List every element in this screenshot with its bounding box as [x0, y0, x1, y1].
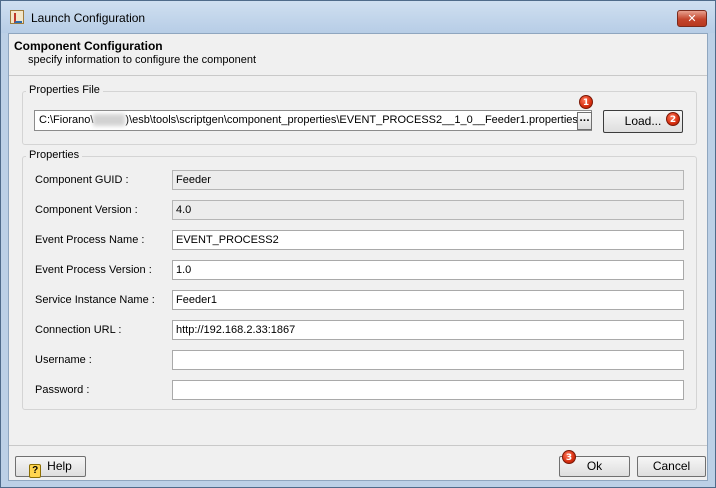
footer-separator: [9, 445, 707, 446]
password-label: Password :: [35, 384, 90, 396]
header-subtitle: specify information to configure the com…: [28, 54, 257, 66]
callout-marker-2: 2: [666, 112, 680, 126]
component-version-label: Component Version :: [35, 204, 138, 216]
properties-legend: Properties: [26, 149, 83, 161]
component-guid-field: Feeder: [172, 170, 684, 190]
event-process-version-label: Event Process Version :: [35, 264, 152, 276]
cancel-button[interactable]: Cancel: [637, 456, 706, 477]
path-suffix: )\esb\tools\scriptgen\component_properti…: [125, 114, 578, 126]
connection-url-label: Connection URL :: [35, 324, 122, 336]
help-label: Help: [47, 459, 72, 473]
properties-group: [22, 156, 697, 410]
dialog-content: Component Configuration specify informat…: [8, 33, 708, 481]
header-title: Component Configuration: [14, 39, 163, 53]
properties-file-path-input[interactable]: C:\Fiorano\ )\esb\tools\scriptgen\compone…: [34, 110, 592, 131]
event-process-version-input[interactable]: 1.0: [172, 260, 684, 280]
browse-button[interactable]: ...: [577, 112, 592, 130]
help-button[interactable]: ? Help: [15, 456, 86, 478]
callout-marker-3: 3: [562, 450, 576, 464]
java-app-icon: [10, 10, 24, 24]
username-label: Username :: [35, 354, 92, 366]
username-input[interactable]: [172, 350, 684, 370]
event-process-name-input[interactable]: EVENT_PROCESS2: [172, 230, 684, 250]
close-button[interactable]: ✕: [677, 10, 707, 27]
service-instance-name-label: Service Instance Name :: [35, 294, 155, 306]
event-process-name-label: Event Process Name :: [35, 234, 145, 246]
password-input[interactable]: [172, 380, 684, 400]
redacted-segment: [93, 114, 126, 127]
launch-configuration-window: Launch Configuration ✕ Component Configu…: [0, 0, 716, 488]
title-bar[interactable]: Launch Configuration ✕: [1, 1, 715, 33]
service-instance-name-input[interactable]: Feeder1: [172, 290, 684, 310]
path-prefix: C:\Fiorano\: [39, 114, 94, 126]
help-icon: ?: [29, 464, 42, 478]
component-guid-label: Component GUID :: [35, 174, 129, 186]
component-version-field: 4.0: [172, 200, 684, 220]
header-separator: [9, 75, 707, 76]
properties-file-legend: Properties File: [26, 84, 103, 96]
dialog-header: Component Configuration specify informat…: [9, 34, 707, 74]
window-title: Launch Configuration: [31, 11, 146, 25]
close-icon: ✕: [687, 12, 697, 25]
connection-url-input[interactable]: http://192.168.2.33:1867: [172, 320, 684, 340]
callout-marker-1: 1: [579, 95, 593, 109]
